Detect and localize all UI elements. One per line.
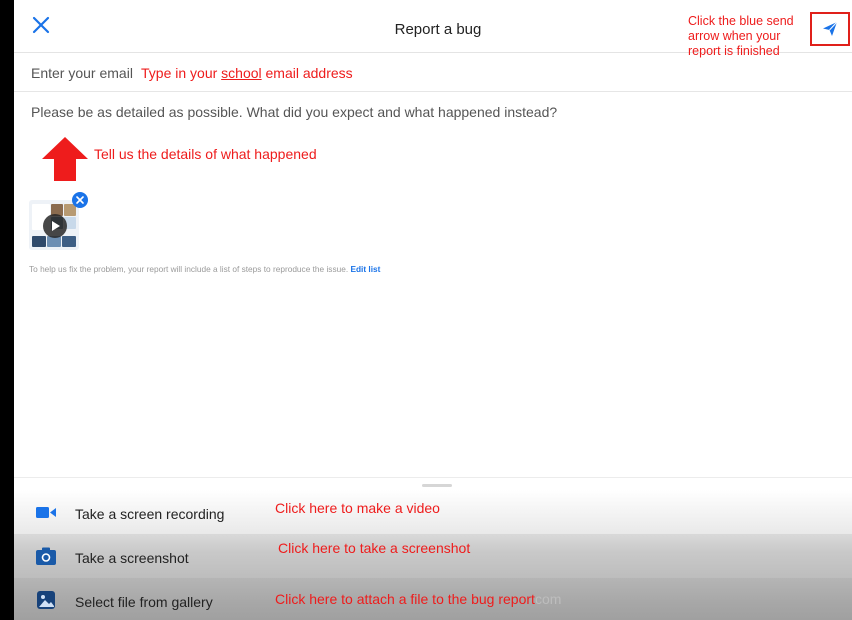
option-annotation: Click here to take a screenshot bbox=[278, 540, 471, 556]
steps-disclaimer: To help us fix the problem, your report … bbox=[29, 264, 381, 274]
option-label: Select file from gallery bbox=[75, 594, 213, 610]
email-field[interactable]: Enter your email Type in your school ema… bbox=[14, 53, 852, 92]
sheet-drag-handle[interactable] bbox=[422, 484, 452, 487]
screenshot-option[interactable]: Take a screenshot Click here to take a s… bbox=[14, 534, 852, 578]
red-up-arrow-icon bbox=[42, 137, 88, 181]
screen-recording-option[interactable]: Take a screen recording Click here to ma… bbox=[14, 490, 852, 534]
left-edge-bar bbox=[0, 0, 14, 620]
divider bbox=[14, 477, 852, 478]
details-field[interactable]: Please be as detailed as possible. What … bbox=[31, 104, 557, 120]
camera-icon bbox=[36, 547, 56, 565]
top-bar: Report a bug Click the blue send arrow w… bbox=[14, 0, 852, 58]
gallery-option[interactable]: Select file from gallery Click here to a… bbox=[14, 578, 852, 620]
option-annotation: Click here to make a video bbox=[275, 500, 440, 516]
option-label: Take a screenshot bbox=[75, 550, 189, 566]
play-icon bbox=[43, 214, 67, 238]
close-icon bbox=[76, 196, 84, 204]
send-button[interactable] bbox=[810, 12, 850, 46]
email-annotation: Type in your school email address bbox=[141, 65, 353, 81]
edit-list-link[interactable]: Edit list bbox=[350, 264, 380, 274]
app-frame: Report a bug Click the blue send arrow w… bbox=[0, 0, 852, 620]
option-annotation: Click here to attach a file to the bug r… bbox=[275, 591, 562, 607]
details-annotation: Tell us the details of what happened bbox=[94, 146, 317, 162]
remove-attachment-button[interactable] bbox=[72, 192, 88, 208]
gallery-icon bbox=[37, 591, 55, 609]
send-arrow-icon bbox=[823, 21, 838, 36]
email-placeholder: Enter your email bbox=[31, 65, 133, 81]
option-label: Take a screen recording bbox=[75, 506, 225, 522]
report-bug-screen: Report a bug Click the blue send arrow w… bbox=[14, 0, 852, 620]
video-camera-icon bbox=[36, 507, 56, 518]
